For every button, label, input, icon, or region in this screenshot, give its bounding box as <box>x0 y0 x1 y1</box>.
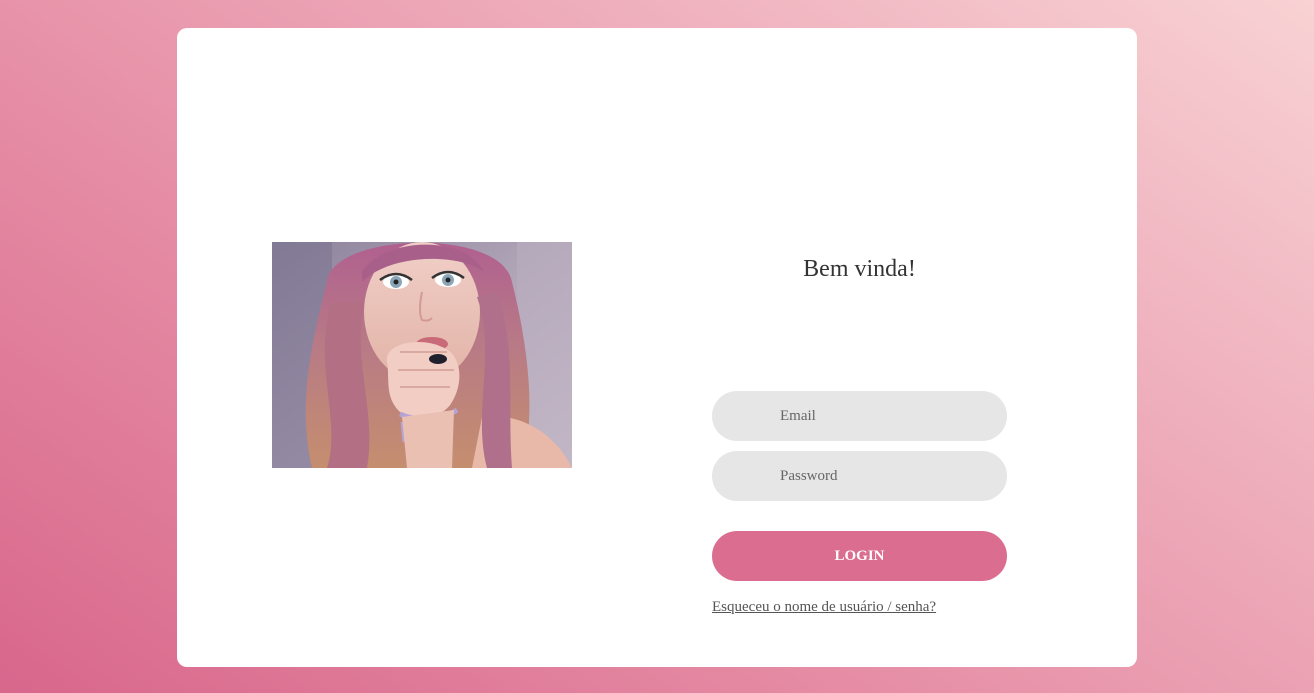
login-button[interactable]: LOGIN <box>712 531 1007 581</box>
forgot-credentials-link[interactable]: Esqueceu o nome de usuário / senha? <box>712 599 936 616</box>
password-input[interactable] <box>712 451 1007 501</box>
welcome-title: Bem vinda! <box>803 256 916 282</box>
login-card: Bem vinda! LOGIN Esqueceu o nome de usuá… <box>177 28 1137 667</box>
profile-photo <box>272 242 572 468</box>
email-input[interactable] <box>712 391 1007 441</box>
